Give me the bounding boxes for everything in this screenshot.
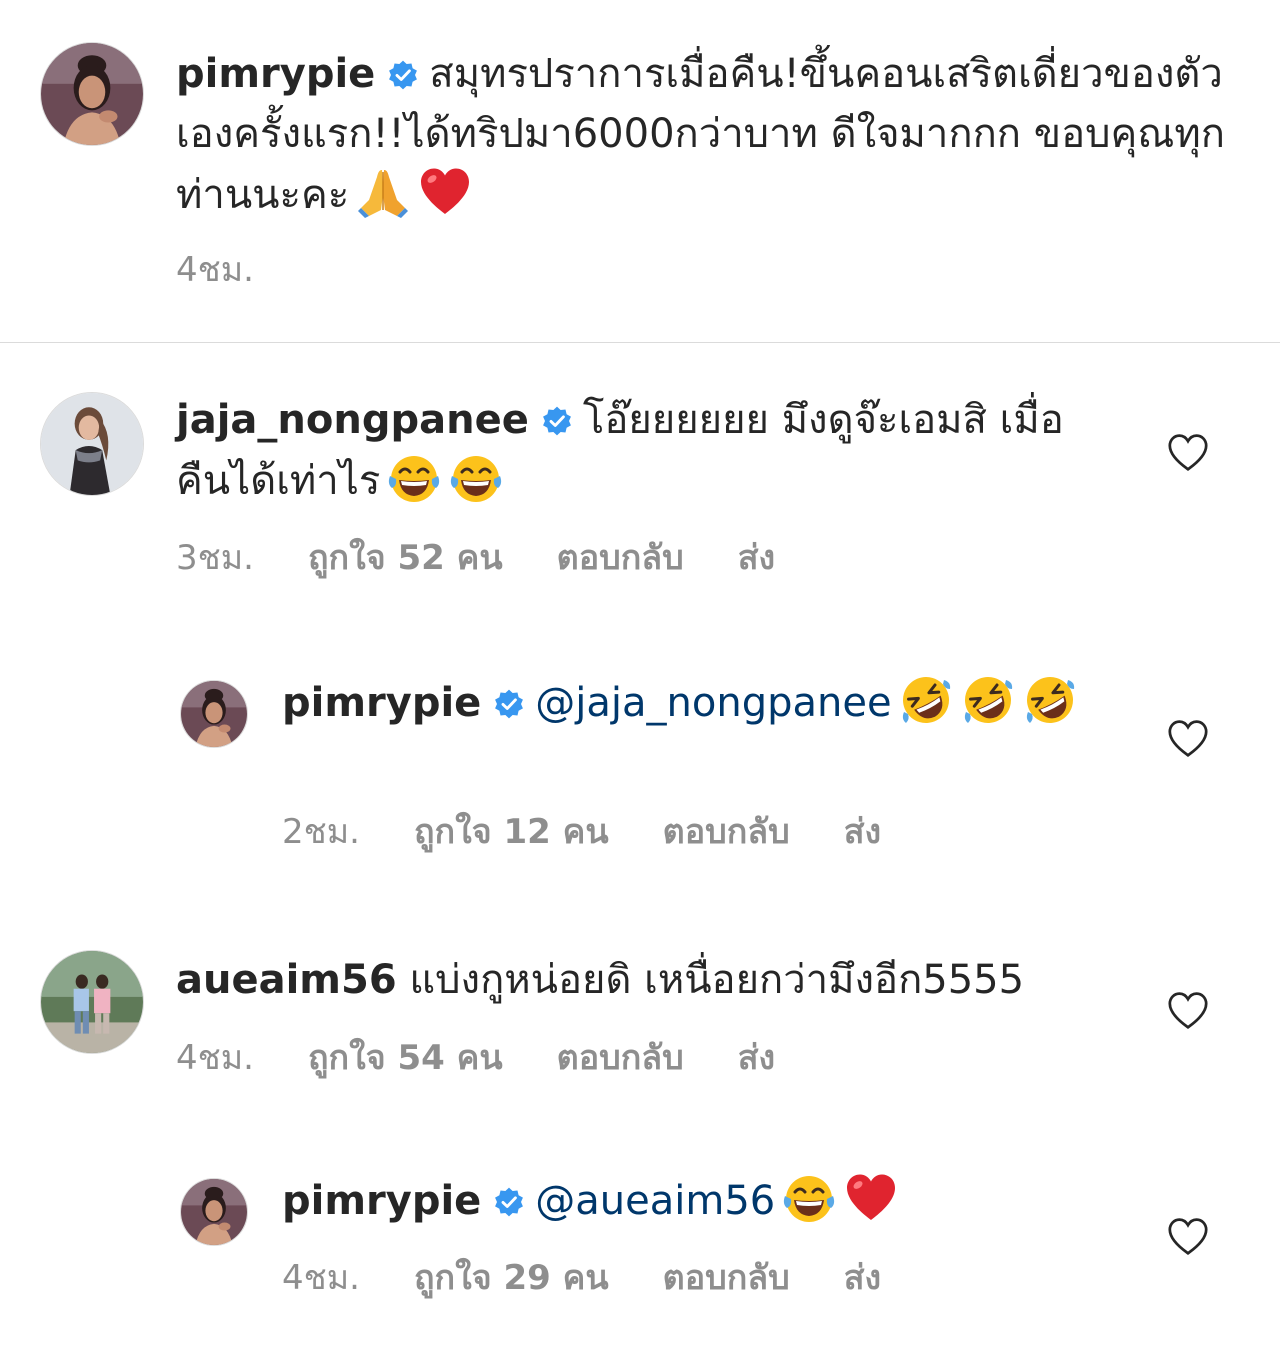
comment-text-block: pimrypie @aueaim56 (282, 1170, 1102, 1231)
avatar[interactable] (40, 42, 144, 146)
mention-link[interactable]: @jaja_nongpanee (535, 680, 891, 726)
reply-comment: pimrypie @jaja_nongpanee 2ชม. ถูกใจ 12 คน ต… (0, 672, 1280, 882)
red-heart-icon (417, 164, 473, 220)
verified-badge-icon (493, 688, 525, 720)
comment-text-block: jaja_nongpanee โอ๊ยยยยยย มึงดูจ๊ะเอมสิ เม… (176, 390, 1076, 511)
likes-count[interactable]: ถูกใจ 29 คน (414, 1258, 609, 1298)
comment-meta: 3ชม. ถูกใจ 52 คน ตอบกลับ ส่ง (176, 538, 829, 578)
timestamp[interactable]: 4ชม. (176, 1038, 254, 1078)
comment: jaja_nongpanee โอ๊ยยยยยย มึงดูจ๊ะเอมสิ เม… (0, 390, 1280, 610)
joy-emoji-icon (448, 450, 504, 506)
caption: pimrypie สมุทรปราการเมื่อคืน!ขึ้นคอนเสริต… (0, 0, 1280, 342)
username[interactable]: pimrypie (282, 1178, 481, 1224)
avatar[interactable] (40, 950, 144, 1054)
joy-emoji-icon (386, 450, 442, 506)
like-heart-icon[interactable] (1166, 1216, 1210, 1256)
likes-count[interactable]: ถูกใจ 54 คน (308, 1038, 503, 1078)
caption-meta: 4ชม. (176, 250, 308, 290)
timestamp[interactable]: 4ชม. (176, 250, 254, 290)
avatar[interactable] (40, 392, 144, 496)
verified-badge-icon (541, 405, 573, 437)
comment-text-block: pimrypie @jaja_nongpanee (282, 672, 1082, 733)
reply-button[interactable]: ตอบกลับ (663, 812, 790, 852)
reply-button[interactable]: ตอบกลับ (663, 1258, 790, 1298)
timestamp[interactable]: 3ชม. (176, 538, 254, 578)
likes-count[interactable]: ถูกใจ 52 คน (308, 538, 503, 578)
verified-badge-icon (493, 1186, 525, 1218)
comment-meta: 4ชม. ถูกใจ 29 คน ตอบกลับ ส่ง (282, 1258, 935, 1298)
send-button[interactable]: ส่ง (844, 1258, 881, 1298)
reply-comment: pimrypie @aueaim56 4ชม. ถูกใจ 29 คน ตอบกลับ… (0, 1170, 1280, 1320)
username[interactable]: pimrypie (282, 680, 481, 726)
reply-button[interactable]: ตอบกลับ (557, 538, 684, 578)
red-heart-icon (843, 1170, 899, 1226)
username[interactable]: aueaim56 (176, 957, 397, 1003)
like-heart-icon[interactable] (1166, 990, 1210, 1030)
send-button[interactable]: ส่ง (844, 812, 881, 852)
caption-text-block: pimrypie สมุทรปราการเมื่อคืน!ขึ้นคอนเสริต… (176, 44, 1236, 225)
praying-hands-icon (355, 164, 411, 220)
verified-badge-icon (387, 59, 419, 91)
comment-text-block: aueaim56 แบ่งกูหน่อยดิ เหนื่อยกว่ามึงอีก… (176, 950, 1136, 1010)
joy-emoji-icon (781, 1170, 837, 1226)
comment-meta: 2ชม. ถูกใจ 12 คน ตอบกลับ ส่ง (282, 812, 935, 852)
timestamp[interactable]: 4ชม. (282, 1258, 360, 1298)
comment-meta: 4ชม. ถูกใจ 54 คน ตอบกลับ ส่ง (176, 1038, 829, 1078)
avatar[interactable] (180, 680, 248, 748)
mention-link[interactable]: @aueaim56 (535, 1178, 775, 1224)
username[interactable]: jaja_nongpanee (176, 397, 529, 443)
comment: aueaim56 แบ่งกูหน่อยดิ เหนื่อยกว่ามึงอีก… (0, 948, 1280, 1098)
divider (0, 342, 1280, 343)
rofl-emoji-icon (1022, 672, 1078, 728)
likes-count[interactable]: ถูกใจ 12 คน (414, 812, 609, 852)
username[interactable]: pimrypie (176, 51, 375, 97)
like-heart-icon[interactable] (1166, 718, 1210, 758)
rofl-emoji-icon (960, 672, 1016, 728)
like-heart-icon[interactable] (1166, 432, 1210, 472)
timestamp[interactable]: 2ชม. (282, 812, 360, 852)
comment-text: แบ่งกูหน่อยดิ เหนื่อยกว่ามึงอีก5555 (409, 957, 1025, 1003)
rofl-emoji-icon (898, 672, 954, 728)
send-button[interactable]: ส่ง (738, 538, 775, 578)
reply-button[interactable]: ตอบกลับ (557, 1038, 684, 1078)
avatar[interactable] (180, 1178, 248, 1246)
send-button[interactable]: ส่ง (738, 1038, 775, 1078)
